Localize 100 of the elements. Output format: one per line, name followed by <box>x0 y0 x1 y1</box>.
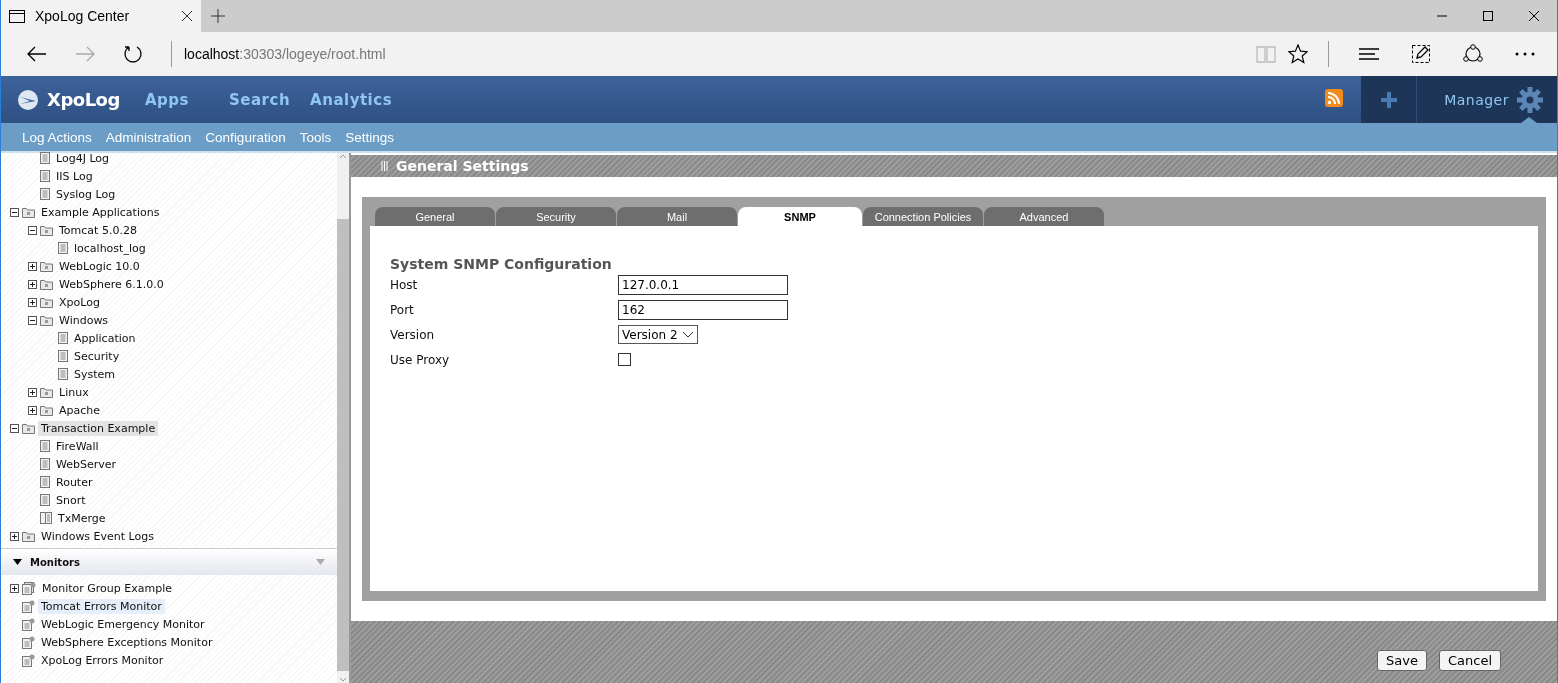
scrollbar-up[interactable] <box>337 153 349 219</box>
tree-item[interactable]: Example Applications <box>38 204 163 220</box>
star-icon[interactable] <box>1288 44 1308 64</box>
checkbox[interactable] <box>618 353 631 366</box>
folder-icon <box>40 260 53 272</box>
document-icon <box>40 458 50 470</box>
monitor-document-icon <box>22 617 35 631</box>
tree-item[interactable]: WebSphere Exceptions Monitor <box>38 634 216 650</box>
collapse-toggle[interactable] <box>10 423 19 433</box>
action-button[interactable]: Save <box>1377 649 1427 671</box>
folder-icon <box>40 296 53 308</box>
tree-item[interactable]: Router <box>53 474 96 490</box>
folder-icon <box>22 206 35 218</box>
section-title: Monitors <box>30 556 81 568</box>
panel-title: General Settings <box>396 158 529 174</box>
tree-item[interactable]: Monitor Group Example <box>39 580 176 596</box>
settings-tab[interactable]: Connection Policies <box>863 207 983 226</box>
tree-item[interactable]: WebLogic 10.0 <box>56 258 143 274</box>
tree-item[interactable]: Windows Event Logs <box>38 528 157 544</box>
document-icon <box>58 332 68 344</box>
address-field[interactable]: localhost:30303/logeye/root.html <box>171 41 1256 67</box>
tree-item[interactable]: XpoLog <box>56 294 103 310</box>
tree-item[interactable]: Application <box>71 330 139 346</box>
tree-item[interactable]: Snort <box>53 492 89 508</box>
tree-item[interactable]: Syslog Log <box>53 186 119 202</box>
expand-toggle[interactable] <box>28 297 37 307</box>
document-icon <box>40 170 50 182</box>
tree-item[interactable]: Apache <box>56 402 104 418</box>
folder-icon <box>40 404 53 416</box>
settings-icon[interactable] <box>1517 86 1543 113</box>
settings-tab[interactable]: Advanced <box>984 207 1104 226</box>
documents-icon <box>40 512 52 524</box>
document-icon <box>40 152 50 164</box>
collapse-toggle[interactable] <box>28 225 37 235</box>
plus-icon <box>11 532 18 540</box>
folder-icon <box>22 422 35 434</box>
settings-tab[interactable]: SNMP <box>738 207 862 226</box>
field-label: Host <box>390 277 419 292</box>
plus-icon <box>29 406 36 414</box>
tree-item[interactable]: WebSphere 6.1.0.0 <box>56 276 167 292</box>
version-select[interactable]: Version 2 <box>618 325 698 344</box>
field-label: Port <box>390 302 415 317</box>
nav-link[interactable]: Search <box>229 90 291 109</box>
tree-item[interactable]: Tomcat 5.0.28 <box>56 222 140 238</box>
tree-item[interactable]: Tomcat Errors Monitor <box>38 598 165 614</box>
grip-icon <box>381 161 388 171</box>
document-icon <box>40 188 50 200</box>
caret-down-icon <box>681 331 694 338</box>
field-label: Use Proxy <box>390 352 451 367</box>
tree-item[interactable]: IIS Log <box>53 168 96 184</box>
tab-page-icon <box>9 9 25 23</box>
monitor-document-icon <box>22 635 35 649</box>
settings-tab[interactable]: Mail <box>617 207 737 226</box>
rss-icon[interactable] <box>1325 88 1343 107</box>
settings-tab[interactable]: Security <box>496 207 616 226</box>
document-icon <box>40 440 50 452</box>
plus-icon <box>1380 91 1397 108</box>
monitor-document-icon <box>22 653 35 667</box>
folder-icon <box>40 278 53 290</box>
expand-toggle[interactable] <box>10 583 19 593</box>
tree-item[interactable]: Windows <box>56 312 112 328</box>
tree-item[interactable]: System <box>71 366 119 382</box>
user-name[interactable]: Manager <box>1444 91 1509 108</box>
document-icon <box>40 494 50 506</box>
expand-toggle[interactable] <box>28 405 37 415</box>
tree-item[interactable]: Transaction Example <box>38 420 159 436</box>
tree-item[interactable]: WebServer <box>53 456 120 472</box>
nav-link[interactable]: Apps <box>145 90 189 109</box>
folder-icon <box>40 224 53 236</box>
expand-toggle[interactable] <box>10 531 19 541</box>
tree-item[interactable]: TxMerge <box>55 510 109 526</box>
document-icon <box>58 350 68 362</box>
nav-link[interactable]: Analytics <box>310 90 393 109</box>
folder-icon <box>40 386 53 398</box>
close-tab-icon[interactable] <box>181 10 193 22</box>
scrollbar-down[interactable] <box>337 671 349 683</box>
plus-icon <box>29 298 36 306</box>
tree-item[interactable]: FireWall <box>53 438 102 454</box>
expand-toggle[interactable] <box>28 387 37 397</box>
tree-item[interactable]: WebLogic Emergency Monitor <box>38 616 208 632</box>
document-icon <box>58 242 68 254</box>
tree-item[interactable]: Security <box>71 348 123 364</box>
tree-item[interactable]: Log4J Log <box>53 150 113 166</box>
tree-item[interactable]: Linux <box>56 384 92 400</box>
folder-icon <box>22 530 35 542</box>
tree-item[interactable]: XpoLog Errors Monitor <box>38 652 167 668</box>
caret-down-icon <box>339 677 347 683</box>
tree-item[interactable]: localhost_log <box>71 240 149 256</box>
add-button[interactable] <box>1361 76 1417 123</box>
field-label: Version <box>390 327 436 342</box>
expand-toggle[interactable] <box>28 279 37 289</box>
text-field[interactable]: 127.0.0.1 <box>618 274 788 295</box>
collapse-toggle[interactable] <box>28 315 37 325</box>
expand-toggle[interactable] <box>28 261 37 271</box>
collapse-arrow-icon[interactable] <box>13 559 22 565</box>
monitor-group-icon <box>22 581 36 595</box>
action-button[interactable]: Cancel <box>1438 649 1501 671</box>
settings-tab[interactable]: General <box>375 207 495 226</box>
collapse-toggle[interactable] <box>10 207 19 217</box>
text-field[interactable]: 162 <box>618 299 788 320</box>
